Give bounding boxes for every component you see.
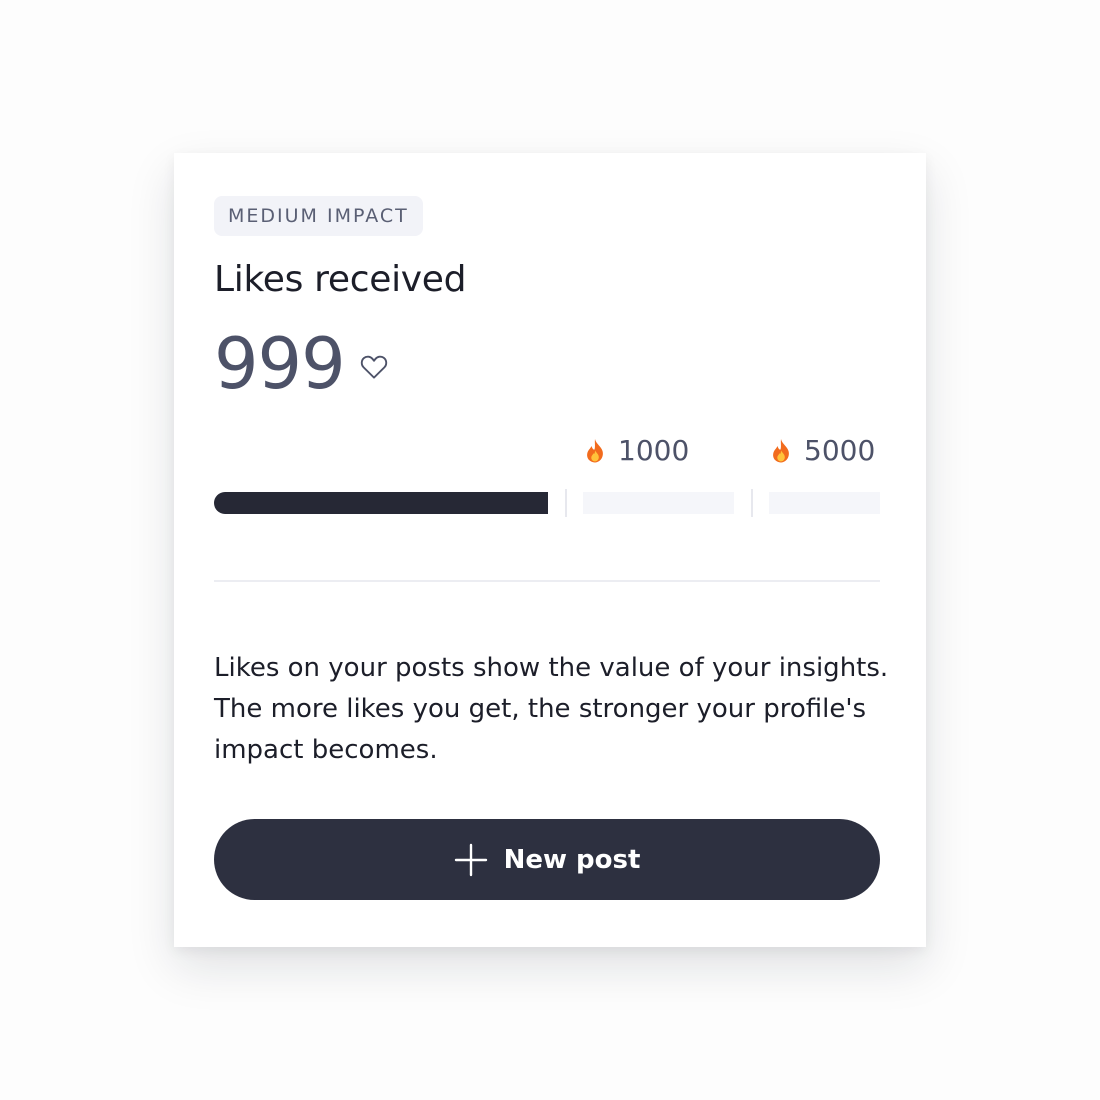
impact-badge: MEDIUM IMPACT (214, 196, 423, 236)
flame-icon (773, 438, 789, 462)
progress-tick (751, 489, 753, 517)
milestone-label: 5000 (804, 434, 876, 467)
milestone-1000: 1000 (584, 434, 689, 467)
new-post-label: New post (503, 844, 641, 875)
likes-count: 999 (214, 323, 346, 405)
progress-segment (769, 492, 880, 514)
new-post-button[interactable]: New post (214, 819, 880, 900)
card-description: Likes on your posts show the value of yo… (214, 653, 889, 765)
divider (214, 580, 880, 582)
likes-card: MEDIUM IMPACT Likes received 999 1000 50… (174, 153, 926, 947)
heart-icon (360, 355, 387, 379)
progress-tick (565, 489, 567, 517)
progress-segment (583, 492, 734, 514)
flame-icon (587, 438, 603, 462)
milestone-label: 1000 (618, 434, 690, 467)
likes-count-row: 999 (214, 323, 389, 405)
plus-icon (454, 843, 487, 876)
card-title: Likes received (214, 259, 467, 300)
milestone-5000: 5000 (770, 434, 875, 467)
progress-bar-fill (214, 492, 548, 514)
